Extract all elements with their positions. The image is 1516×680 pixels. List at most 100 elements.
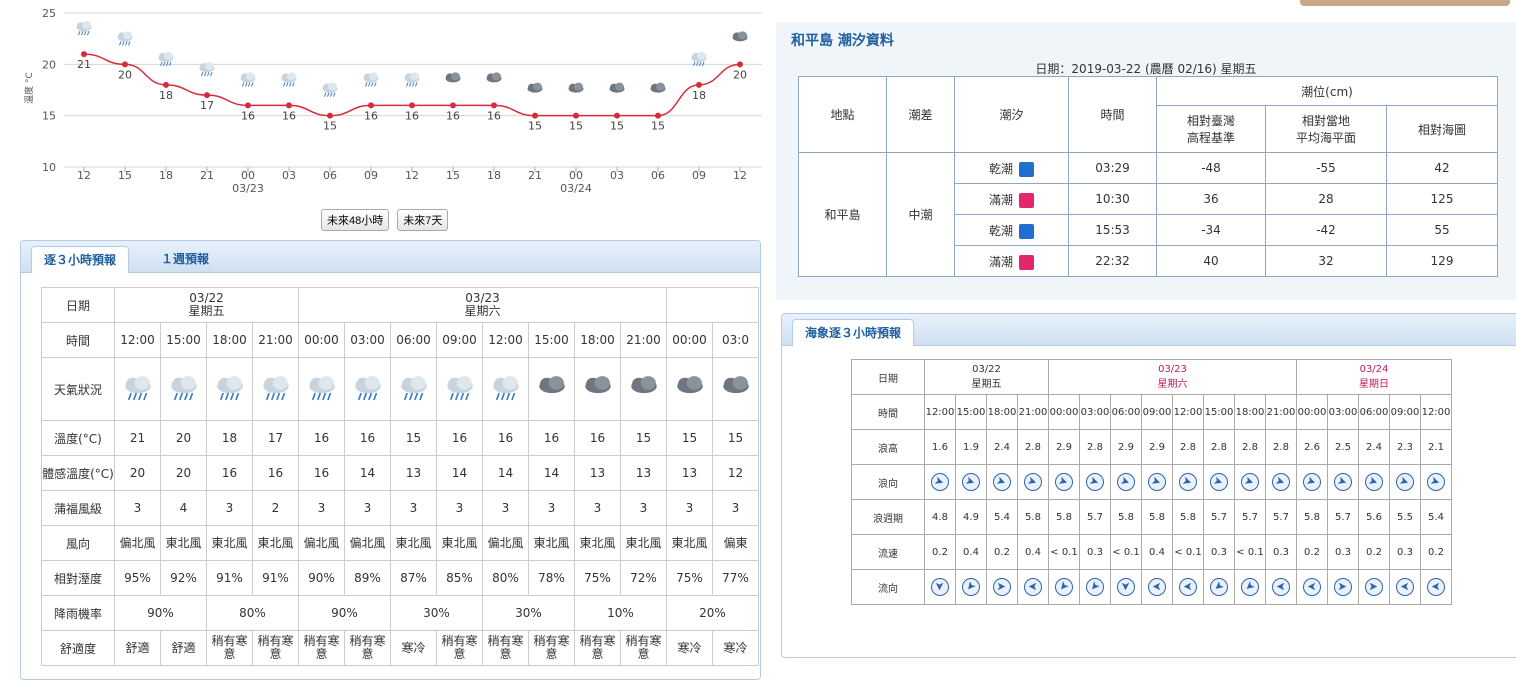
wind-scale-cell: 2 <box>252 490 299 526</box>
x-tick-label: 18 <box>159 169 173 182</box>
wave-direction-icon <box>1427 473 1445 491</box>
arrow-cell <box>1389 464 1421 500</box>
time-cell: 00:00 <box>666 322 713 358</box>
temperature-point <box>737 61 743 68</box>
current-direction-icon <box>1241 578 1259 596</box>
temperature-point <box>532 112 538 119</box>
x-tick-label: 15 <box>446 169 460 182</box>
feel-temp-cell: 14 <box>436 455 483 491</box>
rain-cloud-icon <box>76 21 92 36</box>
current-speed-cell: 0.2 <box>986 534 1018 570</box>
wave-period-cell: 4.9 <box>955 499 987 535</box>
wave-height-cell: 2.5 <box>1327 429 1359 465</box>
rain-cloud-icon <box>281 72 297 87</box>
temperature-point <box>450 102 456 109</box>
rain-cloud-icon <box>363 72 379 87</box>
temp-cell: 16 <box>344 420 391 456</box>
x-tick-label: 00 <box>569 169 583 182</box>
time-cell: 03:00 <box>344 322 391 358</box>
header-level-sub: 相對臺灣 高程基準 <box>1156 105 1266 153</box>
wave-height-cell: 2.8 <box>1017 429 1049 465</box>
rain-cloud-icon <box>322 82 338 97</box>
temperature-point <box>245 102 251 109</box>
wind-dir-cell: 東北風 <box>574 525 621 561</box>
humidity-cell: 75% <box>574 560 621 596</box>
x-tick-label: 21 <box>200 169 214 182</box>
wave-height-cell: 2.3 <box>1389 429 1421 465</box>
row-label: 舒適度 <box>41 630 115 666</box>
comfort-cell: 稍有寒意 <box>344 630 391 666</box>
feel-temp-cell: 16 <box>252 455 299 491</box>
wind-scale-cell: 3 <box>666 490 713 526</box>
time-cell: 15:00 <box>160 322 207 358</box>
tab-week-forecast[interactable]: １週預報 <box>149 246 221 273</box>
header-level-sub: 相對當地 平均海平面 <box>1265 105 1387 153</box>
current-direction-icon <box>1334 578 1352 596</box>
rain-cloud-icon <box>489 374 523 405</box>
current-direction-icon <box>1148 578 1166 596</box>
wind-scale-cell: 4 <box>160 490 207 526</box>
temperature-point <box>573 112 579 119</box>
rain-cloud-icon <box>351 374 385 405</box>
wave-period-cell: 5.4 <box>986 499 1018 535</box>
current-speed-cell: < 0.1 <box>1234 534 1266 570</box>
wind-dir-cell: 偏東 <box>712 525 759 561</box>
temperature-point <box>655 112 661 119</box>
current-speed-cell: 0.2 <box>1420 534 1452 570</box>
wind-dir-cell: 東北風 <box>390 525 437 561</box>
wave-height-cell: 1.6 <box>924 429 956 465</box>
date-cell: 03/22 星期五 <box>924 359 1049 395</box>
tab-sea-forecast[interactable]: 海象逐３小時預報 <box>792 319 915 346</box>
wind-scale-cell: 3 <box>206 490 253 526</box>
date-cell: 03/24 星期日 <box>1296 359 1452 395</box>
arrow-cell <box>924 569 956 605</box>
next-7d-button[interactable]: 未來7天 <box>397 209 449 231</box>
x-tick-label: 18 <box>487 169 501 182</box>
wave-period-cell: 5.7 <box>1265 499 1297 535</box>
row-label: 浪週期 <box>851 499 925 535</box>
tide-type-cell: 乾潮 <box>954 214 1069 246</box>
wind-scale-cell: 3 <box>712 490 759 526</box>
cloud-icon <box>609 82 625 93</box>
next-48h-button[interactable]: 未來48小時 <box>321 209 390 231</box>
arrow-cell <box>1079 464 1111 500</box>
y-tick-label: 15 <box>42 110 56 123</box>
rain-cloud-icon <box>404 72 420 87</box>
feel-temp-cell: 14 <box>344 455 391 491</box>
row-label: 時間 <box>41 322 115 358</box>
rain-cloud-icon <box>121 374 155 405</box>
humidity-cell: 77% <box>712 560 759 596</box>
wind-scale-cell: 3 <box>620 490 667 526</box>
temp-cell: 21 <box>114 420 161 456</box>
temp-cell: 15 <box>390 420 437 456</box>
tab-3h-forecast[interactable]: 逐３小時預報 <box>31 246 130 273</box>
wave-direction-icon <box>1365 473 1383 491</box>
arrow-cell <box>955 464 987 500</box>
low-tide-icon <box>1019 223 1034 239</box>
current-direction-icon <box>1117 578 1135 596</box>
wind-dir-cell: 偏北風 <box>482 525 529 561</box>
tide-local-cell: 28 <box>1265 183 1387 215</box>
temp-cell: 20 <box>160 420 207 456</box>
wave-period-cell: 5.7 <box>1234 499 1266 535</box>
arrow-cell <box>1079 569 1111 605</box>
temperature-data-label: 15 <box>323 120 337 133</box>
current-speed-cell: 0.3 <box>1389 534 1421 570</box>
wave-period-cell: 5.4 <box>1420 499 1452 535</box>
weather-cell <box>712 357 759 421</box>
time-cell: 03:00 <box>1079 394 1111 430</box>
tide-type-cell: 乾潮 <box>954 152 1069 184</box>
time-cell: 06:00 <box>1358 394 1390 430</box>
temperature-data-label: 16 <box>446 109 460 122</box>
weather-cell <box>390 357 437 421</box>
time-cell: 06:00 <box>1110 394 1142 430</box>
wave-height-cell: 2.6 <box>1296 429 1328 465</box>
time-cell: 09:00 <box>1389 394 1421 430</box>
high-tide-icon <box>1019 192 1034 208</box>
wave-period-cell: 5.8 <box>1048 499 1080 535</box>
comfort-cell: 稍有寒意 <box>528 630 575 666</box>
wave-direction-icon <box>1241 473 1259 491</box>
temp-cell: 16 <box>436 420 483 456</box>
current-direction-icon <box>1303 578 1321 596</box>
y-tick-label: 20 <box>42 58 56 71</box>
